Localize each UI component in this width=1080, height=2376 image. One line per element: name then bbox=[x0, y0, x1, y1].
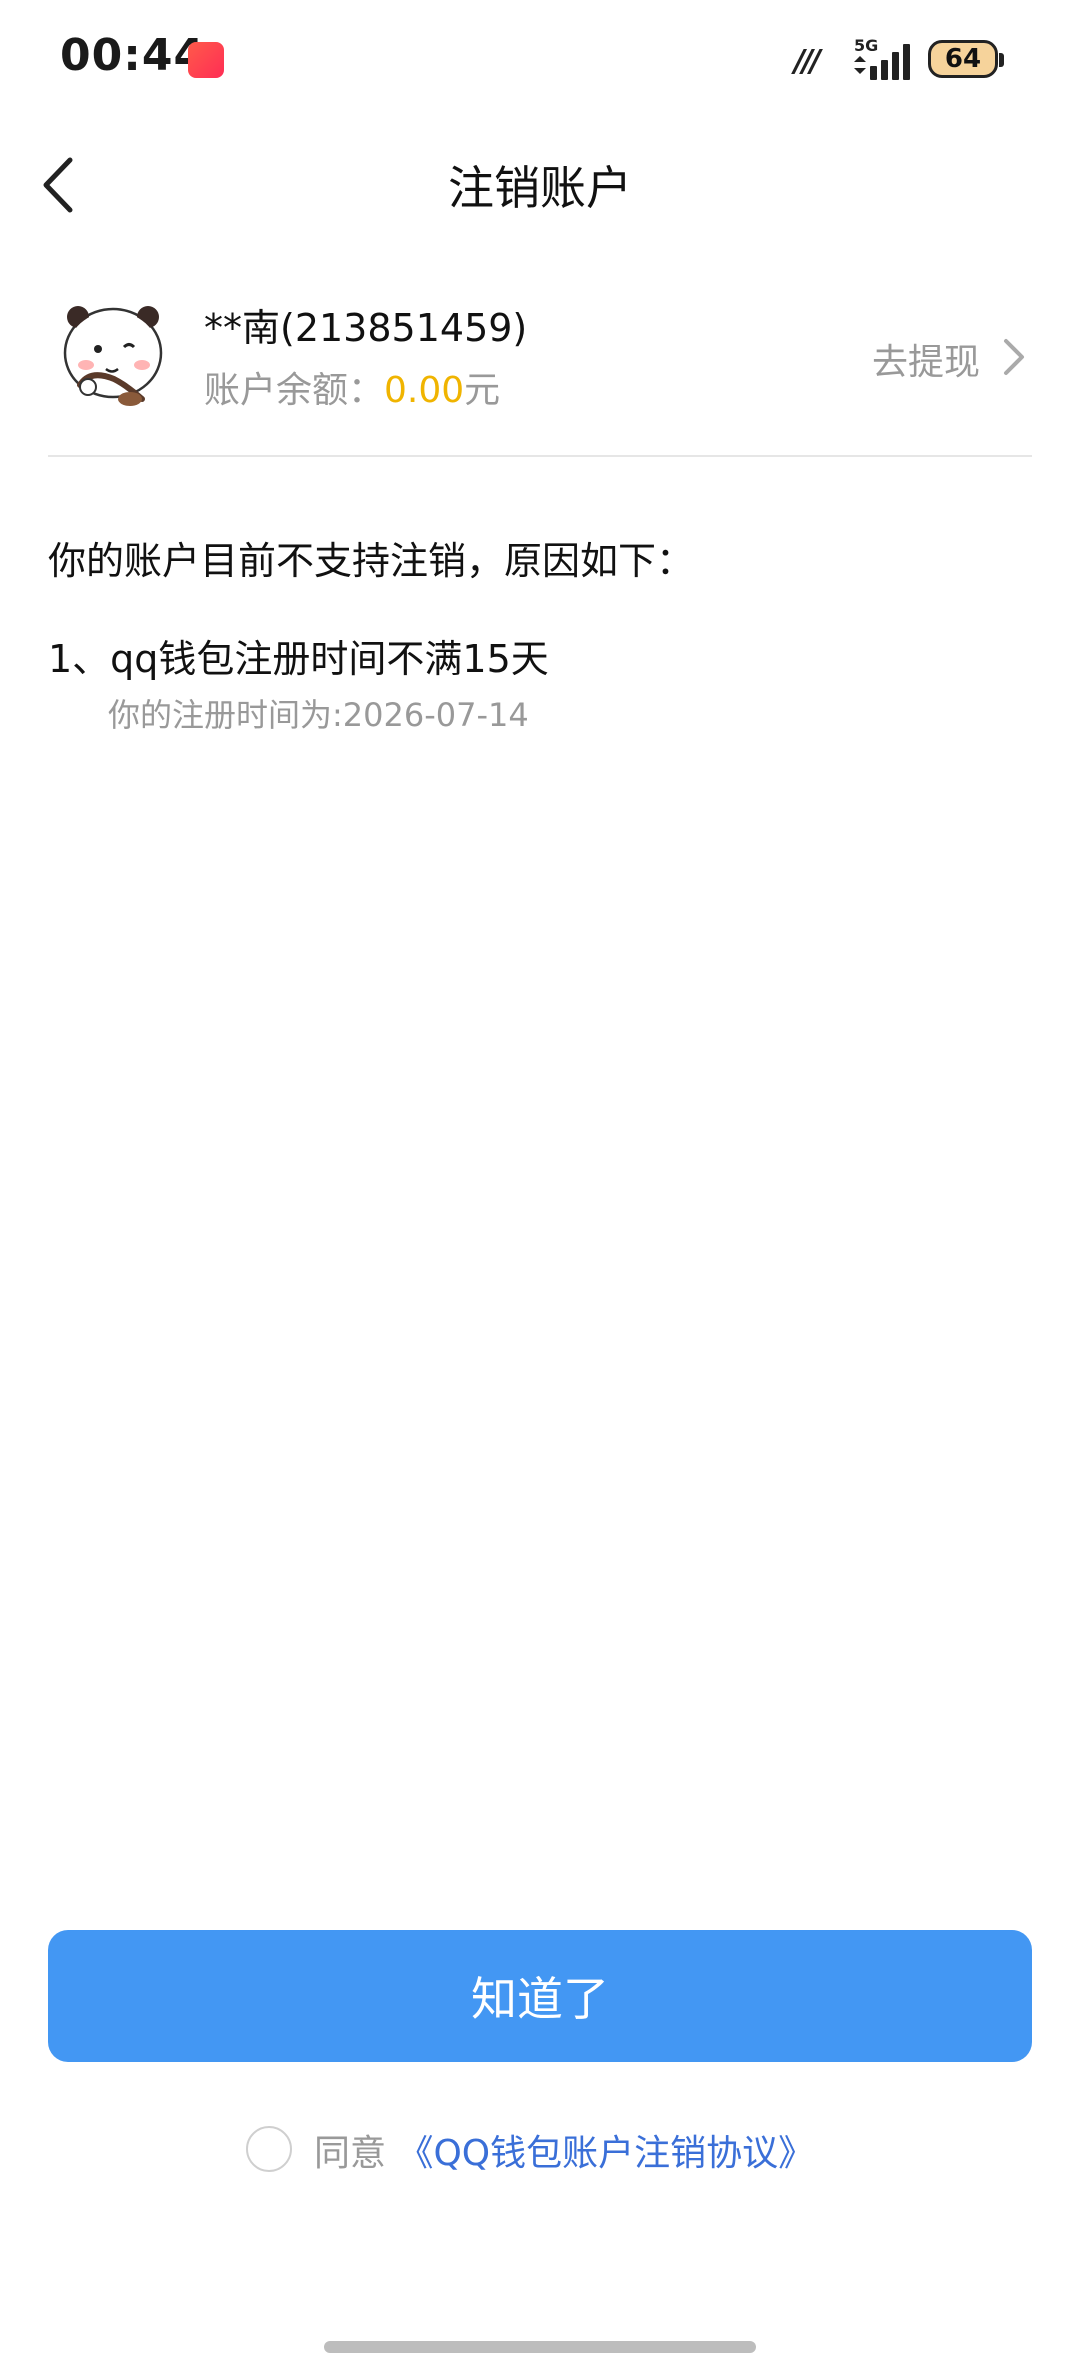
app-notification-icon bbox=[188, 42, 224, 78]
divider bbox=[48, 455, 1032, 457]
battery-icon: 64 bbox=[928, 40, 1004, 78]
reason-item: 1、qq钱包注册时间不满15天 bbox=[48, 637, 549, 681]
status-bar: 00:44 /// 5G 64 bbox=[0, 0, 1080, 120]
withdraw-label: 去提现 bbox=[871, 342, 980, 383]
withdraw-link[interactable]: 去提现 bbox=[832, 325, 1032, 385]
signal-strength-icon bbox=[854, 44, 910, 80]
hd-voice-icon: /// bbox=[794, 44, 821, 79]
battery-level: 64 bbox=[944, 44, 982, 74]
home-indicator[interactable] bbox=[324, 2341, 756, 2353]
chevron-right-icon bbox=[1004, 339, 1024, 375]
agree-prefix: 同意 bbox=[314, 2133, 387, 2174]
agree-checkbox[interactable] bbox=[246, 2126, 292, 2172]
balance-amount: 0.00 bbox=[384, 370, 465, 411]
confirm-button[interactable]: 知道了 bbox=[48, 1930, 1032, 2062]
reason-heading: 你的账户目前不支持注销，原因如下： bbox=[48, 539, 695, 583]
nav-bar: 注销账户 bbox=[0, 130, 1080, 240]
account-card: **南(213851459) 账户余额：0.00元 去提现 bbox=[48, 285, 1032, 455]
avatar bbox=[63, 306, 163, 406]
agree-text: 同意 《QQ钱包账户注销协议》 bbox=[314, 2124, 814, 2176]
balance-unit: 元 bbox=[464, 370, 501, 411]
reason-detail: 你的注册时间为:2026-07-14 bbox=[108, 696, 529, 734]
balance-label: 账户余额： bbox=[204, 370, 385, 411]
account-name: **南(213851459) bbox=[204, 306, 528, 350]
page-title: 注销账户 bbox=[448, 161, 632, 215]
agreement-row: 同意 《QQ钱包账户注销协议》 bbox=[0, 2122, 1080, 2182]
status-time: 00:44 bbox=[60, 30, 206, 81]
balance-row: 账户余额：0.00元 bbox=[204, 361, 500, 413]
page: 00:44 /// 5G 64 注销账户 **南(213851459) 账户余额… bbox=[0, 0, 1080, 2376]
agreement-link[interactable]: 《QQ钱包账户注销协议》 bbox=[397, 2133, 814, 2174]
